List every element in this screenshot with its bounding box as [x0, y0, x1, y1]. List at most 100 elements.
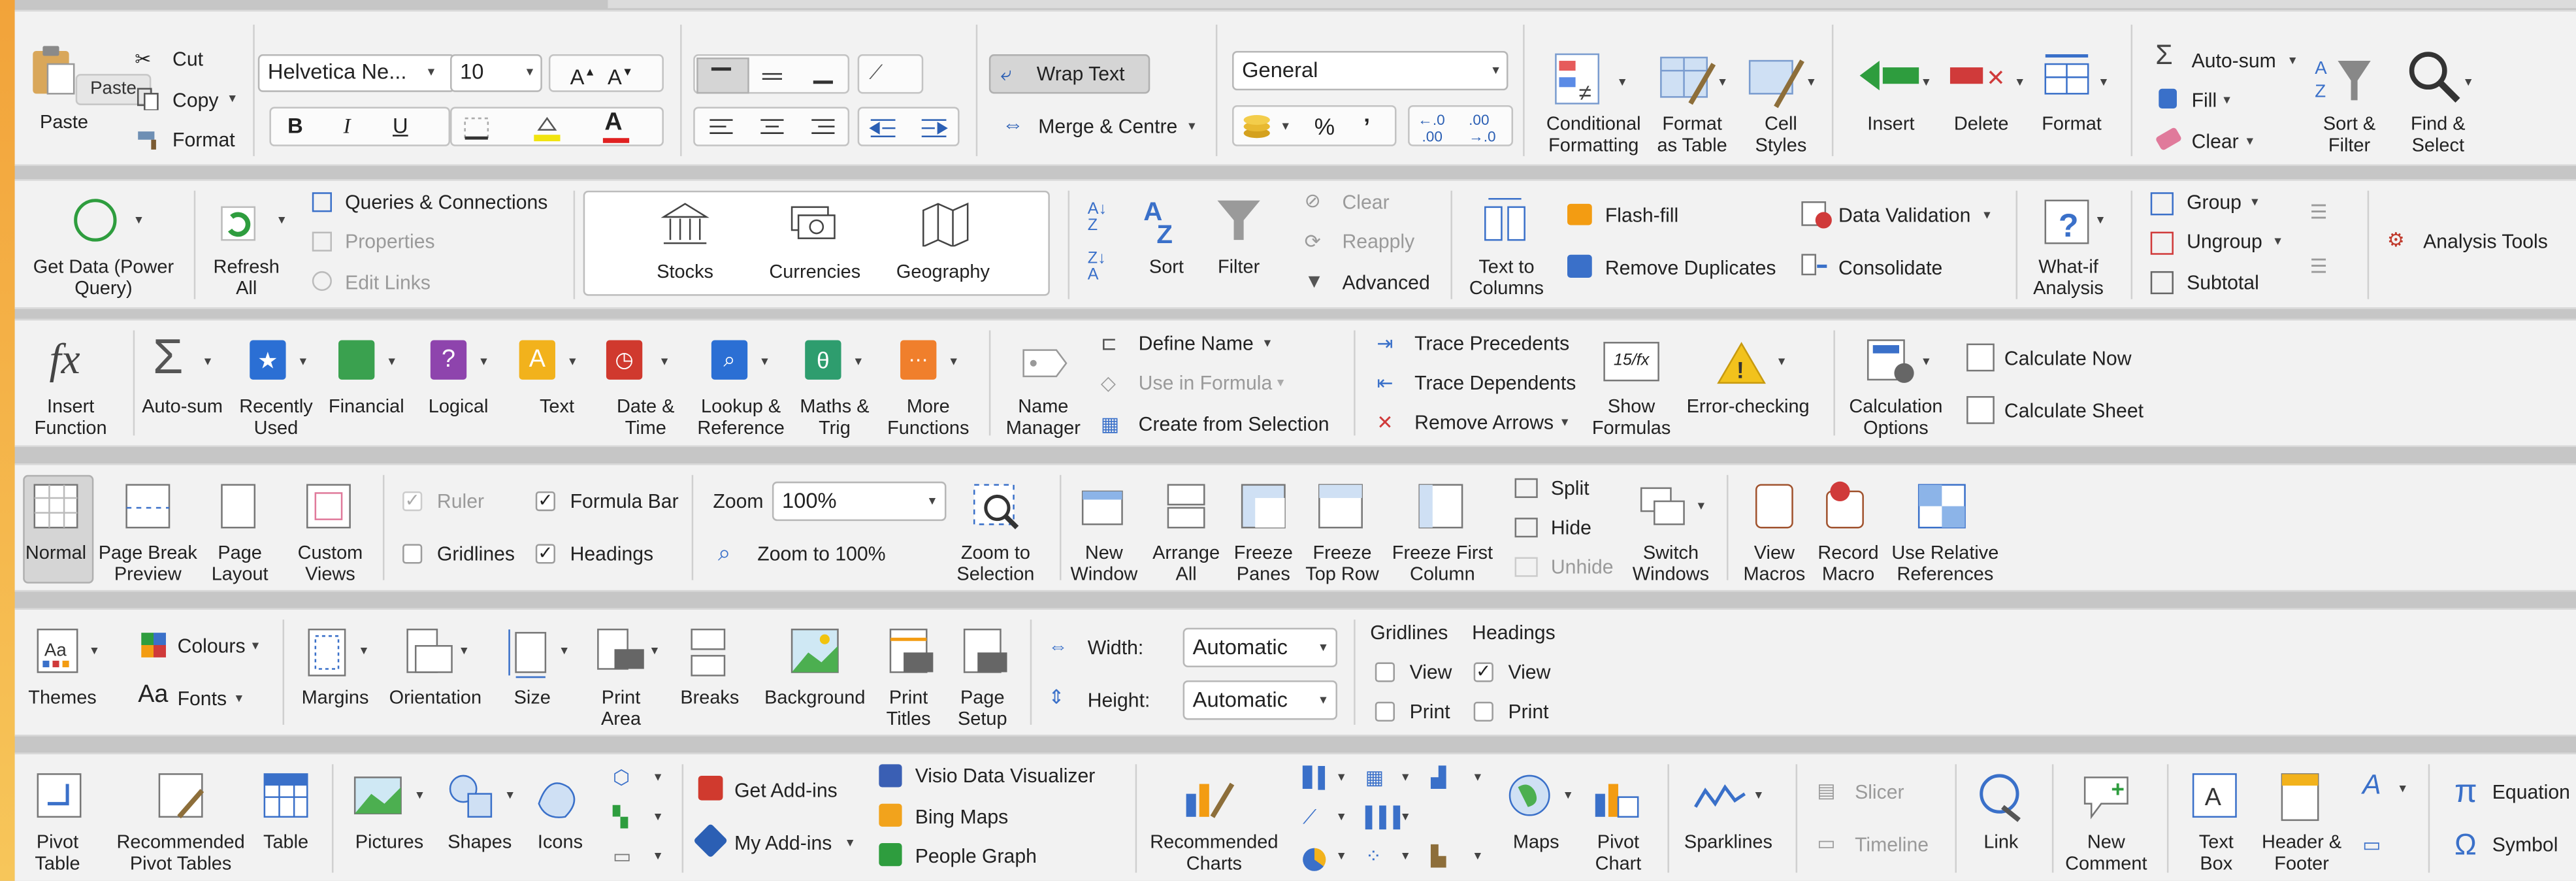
italic-button[interactable]: I — [344, 114, 351, 138]
copy-icon[interactable] — [137, 87, 159, 110]
currencies-type[interactable]: Currencies — [766, 263, 864, 283]
freeze-top-row-icon[interactable] — [1316, 482, 1368, 534]
freeze-first-column-button[interactable]: Freeze First Column — [1383, 544, 1501, 585]
autosum-formula-icon[interactable]: Σ — [153, 331, 184, 384]
stocks-type[interactable]: Stocks — [636, 263, 734, 283]
new-comment-icon[interactable]: + — [2078, 771, 2134, 823]
link-icon[interactable] — [1976, 771, 2029, 823]
headings-print-checkbox[interactable] — [1473, 701, 1493, 722]
data-validation-icon[interactable] — [1801, 201, 1833, 230]
headings-checkbox[interactable]: ✓ — [535, 544, 555, 564]
remove-arrows-button[interactable]: Remove Arrows — [1414, 411, 1554, 434]
relative-references-button[interactable]: Use Relative References — [1884, 544, 2006, 585]
sort-icon[interactable]: AZ — [1140, 194, 1192, 246]
gridlines-checkbox[interactable] — [402, 544, 423, 564]
zoom-dropdown-icon[interactable]: ▼ — [926, 496, 937, 508]
queries-icon[interactable] — [312, 192, 332, 212]
people-graph-icon[interactable] — [879, 843, 902, 867]
combo-chart-icon[interactable]: ▙ — [1431, 845, 1446, 868]
timeline-button[interactable]: Timeline — [1855, 833, 1929, 856]
equation-icon[interactable]: π — [2454, 774, 2477, 810]
borders-icon[interactable] — [463, 117, 489, 140]
recently-used-button[interactable]: Recently Used — [233, 398, 319, 439]
maps-icon[interactable] — [1505, 771, 1557, 823]
background-button[interactable]: Background — [757, 689, 872, 709]
format-cells-button[interactable]: Format — [2032, 115, 2111, 135]
ungroup-button[interactable]: Ungroup — [2187, 230, 2262, 253]
get-addins-icon[interactable] — [698, 775, 723, 801]
size-button[interactable]: Size — [498, 689, 567, 709]
sort-az-button[interactable]: A↓ Z — [1088, 201, 1107, 235]
font-name-dropdown-icon[interactable]: ▼ — [425, 67, 436, 79]
recently-used-icon[interactable]: ★ — [250, 340, 286, 380]
visio-visualizer-button[interactable]: Visio Data Visualizer — [915, 764, 1096, 787]
insert-function-button[interactable]: Insert Function — [22, 398, 120, 439]
autosum-icon[interactable]: Σ — [2155, 41, 2172, 69]
text-box-button[interactable]: Text Box — [2180, 833, 2253, 874]
page-break-preview-button[interactable]: Page Break Preview — [93, 544, 202, 585]
arrange-all-icon[interactable] — [1165, 482, 1214, 534]
advanced-filter-icon[interactable]: ▼ — [1305, 269, 1324, 292]
currency-icon[interactable] — [1241, 114, 1273, 140]
financial-icon[interactable] — [338, 340, 375, 380]
trace-dependents-button[interactable]: Trace Dependents — [1414, 371, 1576, 394]
themes-icon[interactable]: Aa — [35, 626, 84, 678]
print-titles-button[interactable]: Print Titles — [872, 689, 945, 730]
logical-icon[interactable]: ? — [430, 340, 467, 380]
copy-button[interactable]: Copy — [172, 89, 218, 112]
create-from-selection-icon[interactable]: ▦ — [1101, 412, 1120, 435]
recommended-charts-button[interactable]: Recommended Charts — [1143, 833, 1284, 874]
table-icon[interactable] — [261, 771, 314, 823]
group-button[interactable]: Group — [2187, 191, 2242, 214]
name-manager-icon[interactable] — [1017, 341, 1069, 386]
pivot-chart-button[interactable]: Pivot Chart — [1580, 833, 1656, 874]
orientation-button[interactable]: Orientation — [380, 689, 491, 709]
group-icon[interactable] — [2150, 192, 2174, 216]
ungroup-icon[interactable] — [2150, 231, 2174, 255]
fonts-button[interactable]: Fonts — [178, 687, 227, 710]
remove-duplicates-icon[interactable] — [1567, 254, 1592, 278]
height-dropdown-icon[interactable]: ▼ — [1318, 695, 1329, 707]
subtotal-icon[interactable] — [2150, 271, 2174, 295]
indent-icons[interactable] — [869, 117, 954, 140]
freeze-top-row-button[interactable]: Freeze Top Row — [1296, 544, 1388, 585]
hide-window-icon[interactable] — [1514, 518, 1538, 538]
pie-chart-icon[interactable] — [1303, 848, 1326, 871]
icons-button[interactable]: Icons — [524, 833, 596, 854]
paste-icon[interactable] — [28, 41, 77, 97]
date-time-button[interactable]: Date & Time — [603, 398, 689, 439]
orientation-button[interactable]: ⟋ — [857, 54, 924, 94]
calculate-now-icon[interactable] — [1966, 343, 1995, 372]
zoom-selection-button[interactable]: Zoom to Selection — [945, 544, 1047, 585]
symbol-button[interactable]: Symbol — [2492, 833, 2558, 856]
text-box-icon[interactable]: A — [2190, 771, 2242, 823]
freeze-first-column-icon[interactable] — [1416, 482, 1469, 534]
custom-views-button[interactable]: Custom Views — [287, 544, 373, 585]
sort-button[interactable]: Sort — [1139, 258, 1194, 278]
get-data-button[interactable]: Get Data (Power Query) — [22, 258, 186, 299]
margins-icon[interactable] — [304, 626, 353, 678]
gridlines-view-checkbox[interactable] — [1375, 662, 1395, 682]
page-layout-view-icon[interactable] — [215, 482, 261, 531]
calculate-now-button[interactable]: Calculate Now — [2004, 347, 2132, 370]
geography-type[interactable]: Geography — [894, 263, 992, 283]
text-functions-button[interactable]: Text — [514, 398, 600, 418]
edit-links-button[interactable]: Edit Links — [345, 271, 431, 294]
get-data-icon[interactable] — [71, 195, 120, 244]
symbol-icon[interactable]: Ω — [2454, 828, 2477, 861]
page-setup-button[interactable]: Page Setup — [945, 689, 1020, 730]
cell-styles-button[interactable]: Cell Styles — [1740, 115, 1822, 156]
switch-windows-icon[interactable] — [1638, 482, 1690, 534]
smartart-icon[interactable]: ▚ — [613, 805, 628, 828]
recommended-pivot-tables-button[interactable]: Recommended Pivot Tables — [106, 833, 254, 874]
cut-icon[interactable]: ✂ — [135, 48, 151, 71]
copy-dropdown-icon[interactable]: ▼ — [227, 93, 238, 105]
clear-filter-button[interactable]: Clear — [1343, 191, 1390, 214]
find-select-icon[interactable] — [2405, 48, 2465, 107]
fill-icon[interactable] — [2159, 88, 2177, 108]
people-graph-button[interactable]: People Graph — [915, 845, 1037, 868]
print-titles-icon[interactable] — [884, 626, 936, 678]
maths-trig-button[interactable]: Maths & Trig — [787, 398, 883, 439]
sort-za-button[interactable]: Z↓ A — [1088, 250, 1106, 284]
freeze-panes-icon[interactable] — [1239, 482, 1291, 534]
